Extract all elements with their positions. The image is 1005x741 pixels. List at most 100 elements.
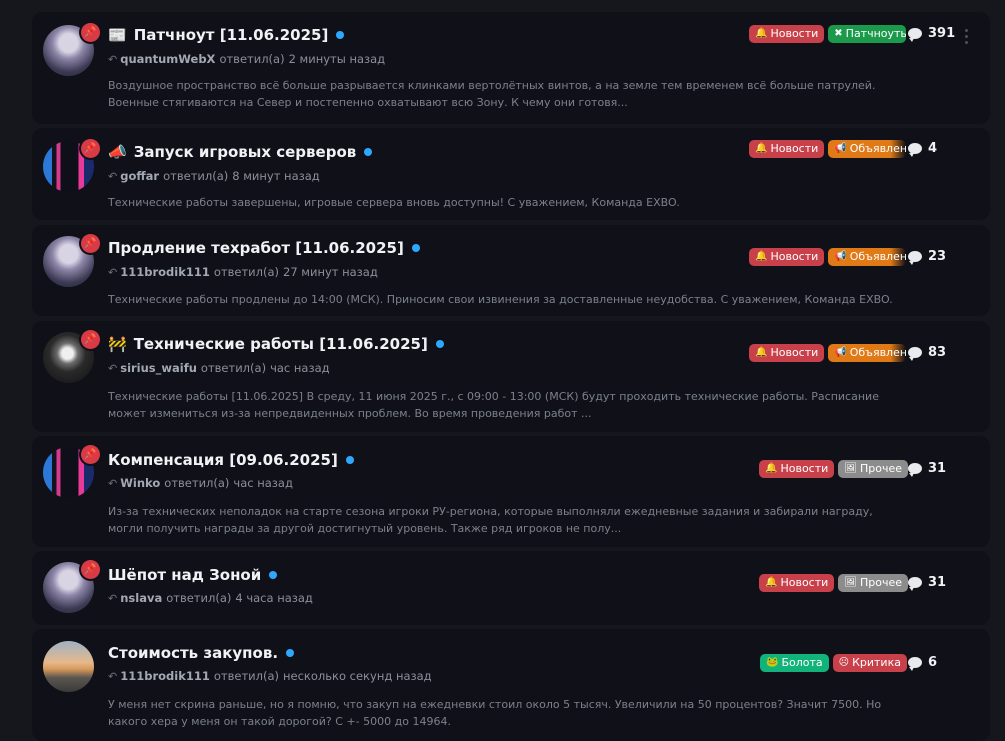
megaphone-icon: 📣 [108, 143, 127, 161]
unread-dot [286, 649, 295, 657]
reply-icon: ↶ [108, 169, 118, 183]
reply-icon: ↶ [108, 476, 118, 490]
reply-count[interactable]: 23 [908, 249, 946, 265]
reply-icon: ↶ [108, 591, 118, 605]
topic-title[interactable]: Технические работы [11.06.2025] [134, 335, 428, 353]
unread-dot [435, 340, 444, 348]
reply-count[interactable]: 4 [908, 141, 937, 157]
last-reply-user[interactable]: goffar [120, 169, 159, 183]
topic-excerpt: Технические работы [11.06.2025] В среду,… [108, 390, 879, 420]
reply-action: ответил(а) [213, 265, 279, 279]
wrench-icon: ✖ [834, 28, 843, 39]
last-reply-user[interactable]: 111brodik111 [120, 669, 210, 683]
frog-icon: 🐸 [766, 657, 779, 668]
reply-time[interactable]: час назад [270, 361, 330, 375]
bell-icon: 🔔 [755, 251, 768, 262]
tag-news[interactable]: 🔔 Новости [749, 344, 825, 362]
comment-icon [908, 251, 922, 265]
topic-title[interactable]: Продление техработ [11.06.2025] [108, 239, 404, 257]
reply-action: ответил(а) [164, 476, 230, 490]
reply-icon: ↶ [108, 52, 118, 66]
topic-title[interactable]: Стоимость закупов. [108, 644, 278, 662]
last-reply-user[interactable]: quantumWebX [120, 52, 215, 66]
tag-other[interactable]: 🖼 Прочее [838, 574, 909, 592]
unread-dot [364, 148, 373, 156]
topic-card[interactable]: 📌 📰 Патчноут [11.06.2025] ↶ quantumWebX … [32, 12, 990, 124]
tag-news[interactable]: 🔔 Новости [749, 140, 825, 158]
reply-action: ответил(а) [213, 669, 279, 683]
newspaper-icon: 📰 [108, 26, 127, 44]
reply-time[interactable]: 8 минут назад [232, 169, 319, 183]
reply-count[interactable]: 391 [908, 26, 955, 42]
comment-icon [908, 143, 922, 157]
bell-icon: 🔔 [755, 347, 768, 358]
reply-icon: ↶ [108, 265, 118, 279]
last-reply-user[interactable]: sirius_waifu [120, 361, 197, 375]
unread-dot [336, 31, 345, 39]
reply-count[interactable]: 83 [908, 345, 946, 361]
bell-icon: 🔔 [755, 28, 768, 39]
topic-excerpt: У меня нет скрина раньше, но я помню, чт… [108, 698, 882, 728]
reply-time[interactable]: несколько секунд назад [283, 669, 432, 683]
reply-time[interactable]: 27 минут назад [283, 265, 378, 279]
reply-icon: ↶ [108, 669, 118, 683]
tag-announcements[interactable]: 📢Объявления [828, 140, 907, 158]
reply-count[interactable]: 31 [908, 461, 946, 477]
topic-excerpt: Из-за технических неполадок на старте се… [108, 505, 873, 535]
pin-icon: 📌 [81, 234, 100, 253]
topic-title[interactable]: Запуск игровых серверов [134, 143, 357, 161]
tag-announcements[interactable]: 📢Объявления [828, 248, 907, 266]
more-options-icon[interactable] [963, 29, 969, 44]
reply-time[interactable]: час назад [233, 476, 293, 490]
pin-icon: 📌 [81, 560, 100, 579]
comment-icon [908, 28, 922, 42]
reply-icon: ↶ [108, 361, 118, 375]
reply-count[interactable]: 6 [908, 655, 937, 671]
last-reply-user[interactable]: nslava [120, 591, 162, 605]
reply-time[interactable]: 2 минуты назад [289, 52, 386, 66]
tag-news[interactable]: 🔔 Новости [749, 248, 825, 266]
megaphone-icon: 📢 [834, 347, 847, 358]
tag-news[interactable]: 🔔 Новости [749, 25, 825, 43]
comment-icon [908, 463, 922, 477]
unread-dot [411, 244, 420, 252]
unread-dot [269, 571, 278, 579]
comment-icon [908, 347, 922, 361]
last-reply-user[interactable]: Winko [120, 476, 160, 490]
tag-critique[interactable]: ☹ Критика [832, 654, 907, 672]
bell-icon: 🔔 [765, 577, 778, 588]
tag-news[interactable]: 🔔 Новости [759, 574, 835, 592]
tag-announcements[interactable]: 📢Объявления [828, 344, 907, 362]
avatar[interactable] [43, 641, 94, 692]
pin-icon: 📌 [81, 330, 100, 349]
topic-card[interactable]: 📌 🚧 Технические работы [11.06.2025] ↶ si… [32, 321, 990, 432]
topic-card[interactable]: 📌 📣 Запуск игровых серверов ↶ goffar отв… [32, 128, 990, 220]
comment-icon [908, 577, 922, 591]
tag-patchnotes[interactable]: ✖ Патчноуты [828, 25, 907, 43]
angry-face-icon: ☹ [838, 657, 850, 668]
tag-other[interactable]: 🖼 Прочее [838, 460, 909, 478]
tag-swamp[interactable]: 🐸 Болота [760, 654, 829, 672]
bell-icon: 🔔 [755, 143, 768, 154]
topic-title[interactable]: Компенсация [09.06.2025] [108, 451, 338, 469]
reply-action: ответил(а) [166, 591, 232, 605]
image-icon: 🖼 [844, 577, 857, 588]
last-reply-user[interactable]: 111brodik111 [120, 265, 210, 279]
reply-time[interactable]: 4 часа назад [235, 591, 313, 605]
reply-action: ответил(а) [219, 52, 285, 66]
topic-title[interactable]: Шёпот над Зоной [108, 566, 261, 584]
image-icon: 🖼 [844, 463, 857, 474]
topic-card[interactable]: 📌 Шёпот над Зоной ↶ nslava ответил(а) 4 … [32, 551, 990, 625]
pin-icon: 📌 [81, 445, 100, 464]
reply-count[interactable]: 31 [908, 575, 946, 591]
construction-icon: 🚧 [108, 335, 127, 353]
topic-card[interactable]: Стоимость закупов. ↶ 111brodik111 ответи… [32, 629, 990, 741]
topic-title[interactable]: Патчноут [11.06.2025] [134, 26, 329, 44]
topic-card[interactable]: 📌 Продление техработ [11.06.2025] ↶ 111b… [32, 225, 990, 316]
topic-excerpt: Технические работы продлены до 14:00 (МС… [108, 293, 893, 306]
bell-icon: 🔔 [765, 463, 778, 474]
topic-excerpt: Технические работы завершены, игровые се… [108, 196, 680, 209]
tag-news[interactable]: 🔔 Новости [759, 460, 835, 478]
megaphone-icon: 📢 [834, 251, 847, 262]
topic-card[interactable]: 📌 Компенсация [09.06.2025] ↶ Winko ответ… [32, 436, 990, 547]
